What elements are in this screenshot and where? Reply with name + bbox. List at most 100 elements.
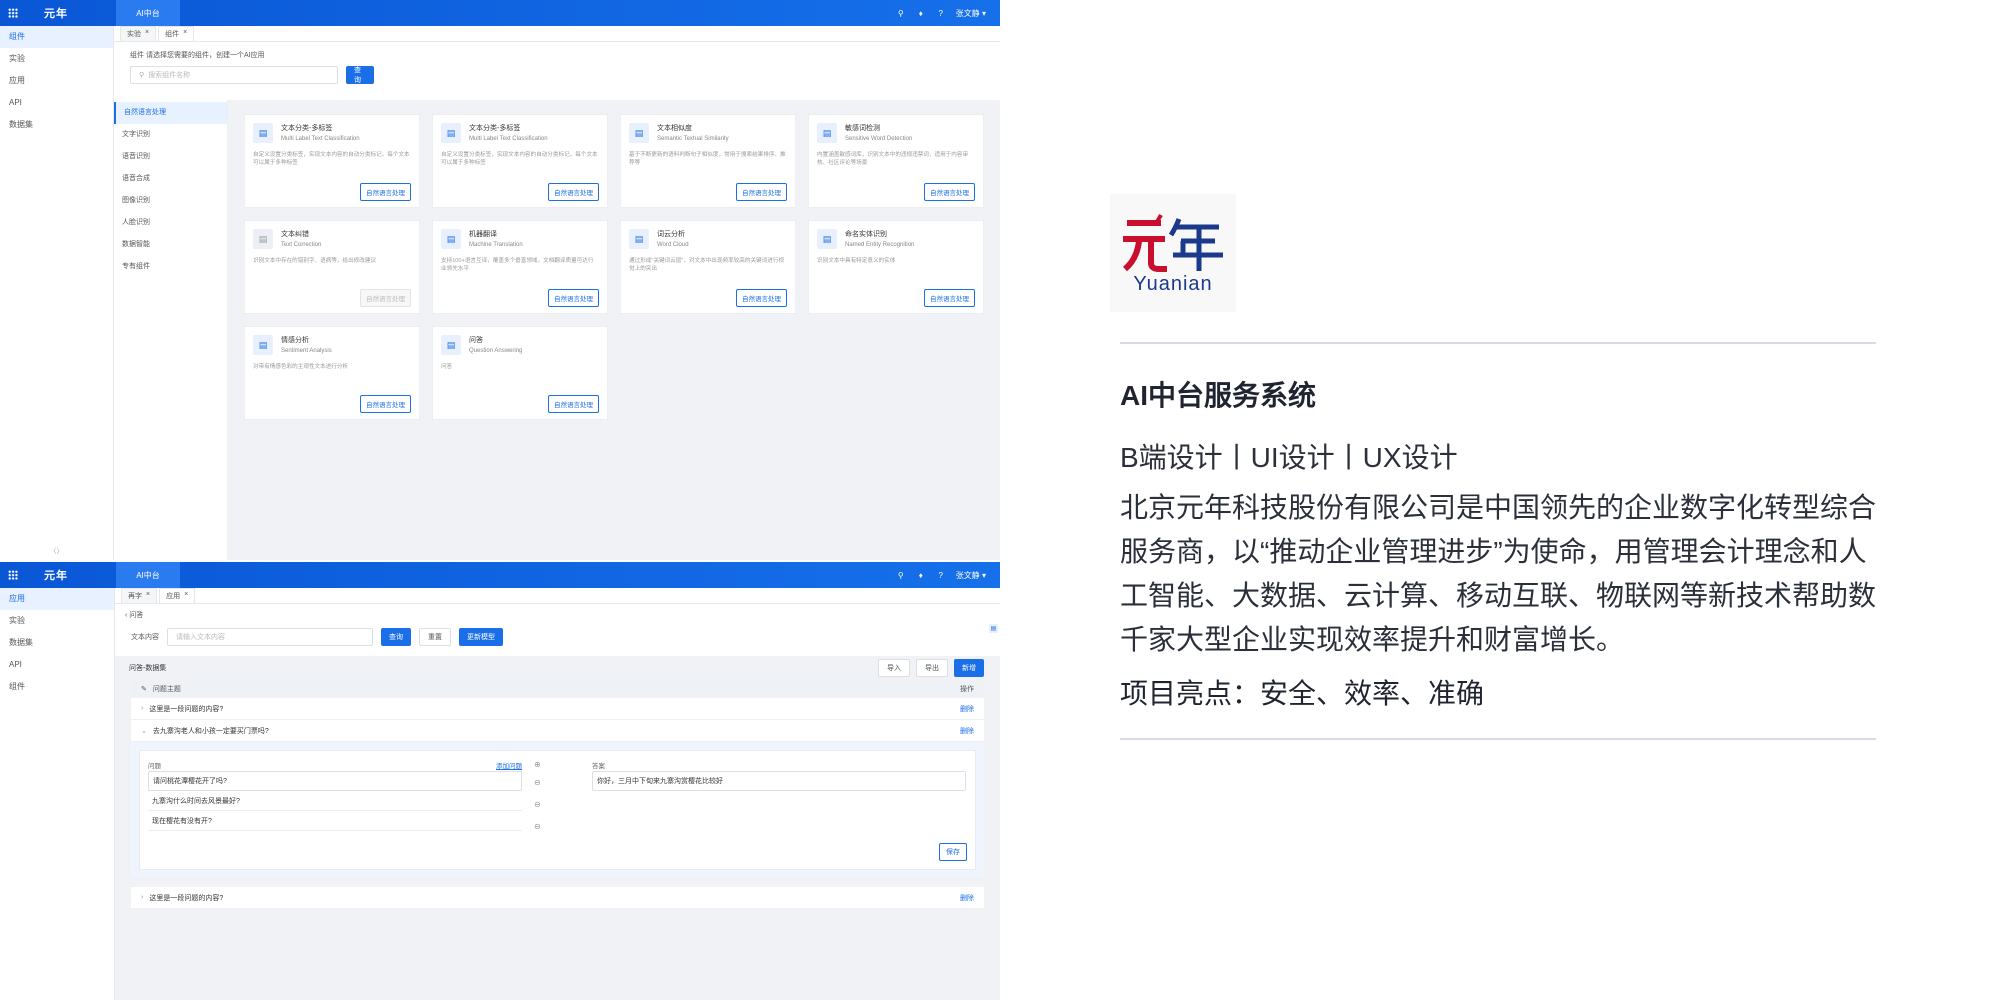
nav-item-experiments[interactable]: 实验 [0,48,113,70]
project-highlights: 项目亮点：安全、效率、准确 [1120,678,1485,709]
text-content-input[interactable]: 请输入文本内容 [167,628,373,646]
document-icon: ▤ [441,229,461,249]
card-category-button[interactable]: 自然语言处理 [736,183,787,201]
close-icon[interactable]: × [184,591,188,601]
export-button[interactable]: 导出 [916,659,948,677]
nav-item-api[interactable]: API [0,92,113,114]
document-icon: ▤ [629,229,649,249]
side-tool-icon[interactable]: ▤ [989,624,998,633]
question-input[interactable]: 现在樱花有没有开? [148,811,522,831]
user-menu[interactable]: 张文静 ▾ [956,8,986,19]
category-asr[interactable]: 语音识别 [114,146,227,168]
component-card[interactable]: ▤ 机器翻译 Machine Translation 支持100+语言互译，覆盖多个垂… [432,220,608,314]
nav-item-experiments[interactable]: 实验 [0,610,114,632]
add-button[interactable]: 新增 [954,659,984,677]
question-label: 问题 [148,763,161,770]
help-icon[interactable]: ? [936,570,946,580]
close-icon[interactable]: × [146,591,150,601]
card-subtitle: Multi Label Text Classification [469,136,548,142]
remove-circle-icon[interactable]: ⊖ [534,800,541,809]
nav-item-apps[interactable]: 应用 [0,588,114,610]
table-row-expanded[interactable]: ⌄ 去九寨沟老人和小孩一定要买门票吗? 删除 [131,720,984,742]
table-row[interactable]: › 这里是一段问题的内容? 删除 [131,698,984,720]
category-ocr[interactable]: 文字识别 [114,124,227,146]
card-category-button[interactable]: 自然语言处理 [548,395,599,413]
card-category-button[interactable]: 自然语言处理 [924,289,975,307]
update-model-button[interactable]: 更新模型 [459,628,503,646]
category-data[interactable]: 数据智能 [114,234,227,256]
table-row[interactable]: › 这里是一段问题的内容? 删除 [131,887,984,909]
nav-item-components[interactable]: 组件 [0,676,114,698]
app-tab-ai[interactable]: AI中台 [116,562,180,588]
close-icon[interactable]: × [183,29,187,39]
remove-circle-icon[interactable]: ⊖ [534,822,541,831]
bell-icon[interactable]: ♦ [916,8,926,18]
app-tab-ai[interactable]: AI中台 [116,0,180,26]
tab-first[interactable]: 再字 × [121,588,158,603]
component-card[interactable]: ▤ 命名实体识别 Named Entity Recognition 识别文本中具有特定… [808,220,984,314]
qa-header: ‹ 问答 文本内容 请输入文本内容 查询 重置 更新模型 [115,604,1000,656]
tab-experiments[interactable]: 实验 × [120,26,157,41]
import-button[interactable]: 导入 [878,659,910,677]
category-tts[interactable]: 语音合成 [114,168,227,190]
document-icon: ▤ [441,123,461,143]
back-link[interactable]: ‹ 问答 [125,610,990,620]
tab-apps[interactable]: 应用 × [159,588,196,603]
category-nlp[interactable]: 自然语言处理 [114,102,227,124]
chevron-right-icon[interactable]: › [141,894,143,901]
nav-item-components[interactable]: 组件 [0,26,113,48]
chevron-right-icon[interactable]: › [141,705,143,712]
nav-item-apps[interactable]: 应用 [0,70,113,92]
nav-item-datasets[interactable]: 数据集 [0,632,114,654]
card-subtitle: Machine Translation [469,242,523,248]
component-card[interactable]: ▤ 文本纠错 Text Correction 识别文本中存在的错别字、语病等，给出修改… [244,220,420,314]
add-circle-icon[interactable]: ⊕ [534,760,541,769]
component-search-input[interactable]: ⚲ 搜索组件名称 [130,66,338,84]
chevron-down-icon[interactable]: ⌄ [141,727,147,735]
card-category-button[interactable]: 自然语言处理 [548,183,599,201]
card-category-button[interactable]: 自然语言处理 [548,289,599,307]
component-card[interactable]: ▤ 文本分类-多标签 Multi Label Text Classification… [244,114,420,208]
remove-circle-icon[interactable]: ⊖ [534,778,541,787]
card-description: 问答 [441,364,453,370]
category-face[interactable]: 人脸识别 [114,212,227,234]
nav-item-datasets[interactable]: 数据集 [0,114,113,136]
question-input[interactable]: 请问桃花潭樱花开了吗? [148,771,522,791]
nav-item-api[interactable]: API [0,654,114,676]
card-category-button[interactable]: 自然语言处理 [360,183,411,201]
component-card[interactable]: ▤ 情感分析 Sentiment Analysis 对带有情感色彩的主观性文本进行分析… [244,326,420,420]
reset-button[interactable]: 重置 [419,628,451,646]
component-card[interactable]: ▤ 文本分类-多标签 Multi Label Text Classification… [432,114,608,208]
bell-icon[interactable]: ♦ [916,570,926,580]
question-input[interactable]: 九寨沟什么时间去风景最好? [148,791,522,811]
card-category-button[interactable]: 自然语言处理 [360,395,411,413]
close-icon[interactable]: × [145,29,149,39]
card-category-button[interactable]: 自然语言处理 [924,183,975,201]
collapse-icon[interactable]: 〈〉 [50,546,64,556]
component-card[interactable]: ▤ 问答 Question Answering 问答 自然语言处理 [432,326,608,420]
apps-grid-icon[interactable] [0,562,26,588]
logo: 元年 [44,570,68,582]
query-button[interactable]: 查询 [346,66,374,84]
answer-input[interactable]: 你好，三月中下旬来九寨沟赏樱花比较好 [592,771,966,791]
component-card[interactable]: ▤ 词云分析 Word Cloud 通过形成"关键词云层"，对文本中出现频率较高的关键… [620,220,796,314]
user-menu[interactable]: 张文静 ▾ [956,570,986,581]
delete-link[interactable]: 删除 [960,726,974,736]
add-question-link[interactable]: 添加问题 [496,760,522,770]
component-card[interactable]: ▤ 文本相似度 Semantic Textual Similarity 基于不断更新的… [620,114,796,208]
category-proprietary[interactable]: 专有组件 [114,256,227,278]
query-button[interactable]: 查询 [381,628,411,646]
component-card[interactable]: ▤ 敏感词检测 Sensitive Word Detection 内置涵盖敏感词库，识… [808,114,984,208]
expanded-panel: 问题 添加问题 请问桃花潭樱花开了吗? 九寨沟什么时间去风景最好? 现在樱花有没有… [131,742,984,879]
delete-link[interactable]: 删除 [960,893,974,903]
tab-components[interactable]: 组件 × [158,26,195,41]
search-icon[interactable]: ⚲ [896,8,906,18]
save-button[interactable]: 保存 [939,843,967,861]
help-icon[interactable]: ? [936,8,946,18]
apps-grid-icon[interactable] [0,0,26,26]
delete-link[interactable]: 删除 [960,704,974,714]
category-image[interactable]: 图像识别 [114,190,227,212]
card-category-button[interactable]: 自然语言处理 [736,289,787,307]
search-icon[interactable]: ⚲ [896,570,906,580]
document-icon: ▤ [817,229,837,249]
